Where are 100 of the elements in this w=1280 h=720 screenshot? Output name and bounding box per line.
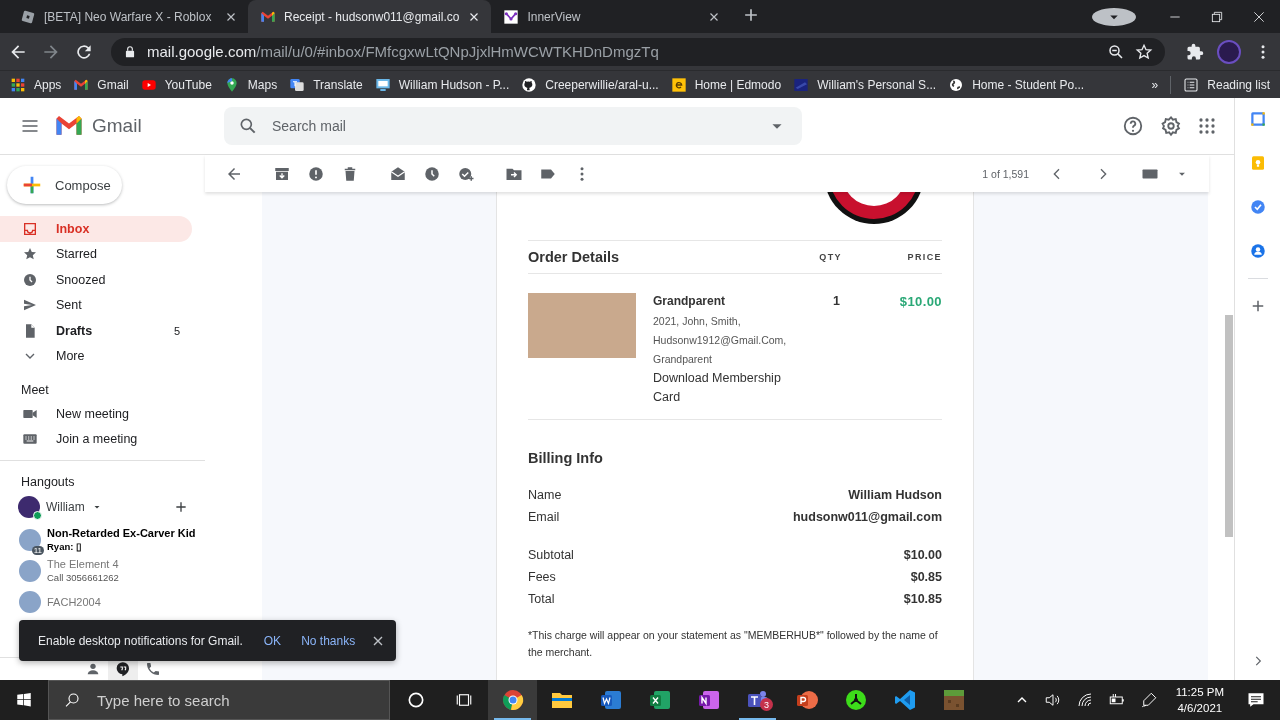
wifi-icon[interactable] bbox=[1075, 691, 1094, 709]
bookmark[interactable]: William's Personal S... bbox=[793, 76, 937, 93]
list-icon bbox=[1183, 76, 1200, 93]
task-view-icon[interactable] bbox=[455, 691, 473, 709]
puzzle-icon[interactable] bbox=[1186, 42, 1204, 61]
item-detail: Hudsonw1912@Gmail.Com, bbox=[653, 333, 788, 348]
lock-icon bbox=[123, 44, 137, 59]
folder-item[interactable]: Drafts 5 bbox=[0, 318, 192, 344]
field-label: Email bbox=[528, 510, 560, 524]
folder-item[interactable]: Snoozed bbox=[0, 267, 192, 293]
star-icon[interactable] bbox=[1135, 42, 1153, 61]
download-link[interactable]: Download Membership Card bbox=[653, 369, 803, 407]
excel-logo-icon bbox=[647, 688, 672, 712]
monitor-icon bbox=[374, 76, 391, 93]
bookmark[interactable]: Home | Edmodo bbox=[670, 76, 782, 93]
clock-icon bbox=[22, 271, 38, 288]
reading-list-button[interactable]: Reading list bbox=[1183, 76, 1270, 93]
field-value: $0.85 bbox=[910, 570, 942, 584]
search-input[interactable]: Search mail bbox=[270, 117, 754, 135]
bookmark[interactable]: William Hudson - P... bbox=[374, 76, 510, 93]
bookmark[interactable]: Home - Student Po... bbox=[948, 76, 1085, 93]
message-count: 1 of 1,591 bbox=[982, 167, 1029, 180]
notification-badge: 3 bbox=[760, 698, 773, 711]
item-name: Grandparent bbox=[653, 294, 726, 308]
folder-item[interactable]: Starred bbox=[0, 241, 192, 267]
site-thumbnail-icon bbox=[793, 76, 810, 93]
item-detail: 2021, John, Smith, bbox=[653, 314, 742, 329]
vscode-logo-icon bbox=[892, 688, 917, 712]
search-icon bbox=[63, 691, 81, 709]
item-detail: Grandparent bbox=[653, 352, 713, 367]
meet-item[interactable]: Join a meeting bbox=[0, 426, 192, 452]
field-label: Total bbox=[528, 592, 555, 606]
profile-avatar[interactable] bbox=[1217, 39, 1241, 64]
apps-grid-icon bbox=[10, 76, 26, 93]
inbox-icon bbox=[22, 220, 38, 237]
unread-count: 11 bbox=[31, 545, 44, 555]
conversation-name: The Element 4 bbox=[47, 558, 119, 570]
conversation-item[interactable]: FACH2004 bbox=[0, 586, 199, 617]
contacts-icon[interactable] bbox=[1248, 242, 1267, 260]
help-icon[interactable] bbox=[1122, 115, 1144, 137]
plus-icon[interactable] bbox=[173, 499, 189, 515]
toast-action[interactable]: OK bbox=[256, 629, 289, 652]
field-label: Fees bbox=[528, 570, 556, 584]
contact-avatar bbox=[19, 559, 41, 582]
folder-item[interactable]: More bbox=[0, 343, 192, 369]
apps-grid-icon[interactable] bbox=[1198, 117, 1216, 135]
browser-tab[interactable]: [BETA] Neo Warfare X - Roblox bbox=[8, 0, 248, 33]
taskbar-app[interactable] bbox=[488, 680, 537, 720]
folder-item[interactable]: Inbox bbox=[0, 216, 192, 242]
toast-action[interactable]: No thanks bbox=[294, 629, 363, 652]
word-logo-icon bbox=[598, 688, 623, 712]
more-bookmarks[interactable]: » bbox=[1151, 77, 1159, 92]
taskbar-search-bar[interactable]: Type here to search bbox=[48, 680, 390, 720]
taskbar-search-input[interactable]: Type here to search bbox=[95, 690, 375, 710]
bookmark[interactable]: YouTube bbox=[140, 76, 212, 93]
windows-logo-icon[interactable] bbox=[15, 691, 33, 709]
field-value: $10.00 bbox=[903, 548, 942, 562]
user-name[interactable]: William bbox=[46, 500, 85, 514]
conversation-preview: Call 3056661262 bbox=[47, 572, 119, 583]
field-value: William Hudson bbox=[848, 488, 942, 502]
browser-tab[interactable]: InnerView bbox=[491, 0, 732, 33]
conversation-item[interactable]: The Element 4 Call 3056661262 bbox=[0, 555, 199, 586]
conversation-preview: Ryan: ▯ bbox=[47, 541, 84, 552]
meet-item[interactable]: New meeting bbox=[0, 401, 192, 427]
compose-button[interactable]: Compose bbox=[7, 166, 122, 204]
tasks-icon[interactable] bbox=[1248, 198, 1267, 216]
edmodo-logo-icon bbox=[670, 76, 687, 93]
search-icon[interactable] bbox=[238, 116, 258, 136]
powerpoint-logo-icon bbox=[794, 688, 819, 712]
plus-icon bbox=[21, 174, 43, 196]
report-icon[interactable] bbox=[307, 164, 325, 183]
translate-icon bbox=[289, 76, 306, 93]
zoom-out-icon[interactable] bbox=[1107, 42, 1125, 61]
speaker-icon[interactable] bbox=[1043, 691, 1062, 709]
globe-icon bbox=[948, 76, 965, 93]
taskbar-app[interactable]: 3 bbox=[733, 680, 782, 720]
conversation-name: Non-Retarded Ex-Carver Kid bbox=[47, 527, 196, 539]
toast-message: Enable desktop notifications for Gmail. bbox=[38, 633, 243, 648]
bookmark[interactable]: Creeperwillie/aral-u... bbox=[521, 76, 659, 93]
folder-item[interactable]: Sent bbox=[0, 292, 192, 318]
clock-date[interactable]: 4/6/2021 bbox=[1177, 702, 1223, 714]
bookmark[interactable]: Maps bbox=[223, 76, 278, 93]
bookmark[interactable]: Apps bbox=[10, 76, 62, 93]
bookmark[interactable]: Gmail bbox=[73, 76, 129, 93]
pen-icon[interactable] bbox=[1139, 691, 1158, 709]
bookmark[interactable]: Translate bbox=[289, 76, 363, 93]
field-value: hudsonw011@gmail.com bbox=[792, 510, 942, 524]
section-heading: Meet bbox=[20, 382, 50, 399]
browser-tab[interactable]: Receipt - hudsonw011@gmail.co bbox=[248, 0, 492, 33]
section-heading: Hangouts bbox=[20, 474, 76, 491]
conversation-name: FACH2004 bbox=[47, 595, 101, 608]
clock-icon[interactable] bbox=[423, 164, 441, 183]
settings-icon[interactable] bbox=[1160, 115, 1182, 137]
clock-time[interactable]: 11:25 PM bbox=[1175, 686, 1224, 698]
circle-icon[interactable] bbox=[406, 690, 426, 710]
field-label: Subtotal bbox=[528, 548, 574, 562]
scrollbar[interactable] bbox=[1225, 315, 1233, 537]
search-bar[interactable]: Search mail bbox=[224, 107, 802, 145]
product-name: Gmail bbox=[92, 115, 142, 137]
conversation-item[interactable]: 11 Non-Retarded Ex-Carver Kid Ryan: ▯ bbox=[0, 524, 199, 555]
